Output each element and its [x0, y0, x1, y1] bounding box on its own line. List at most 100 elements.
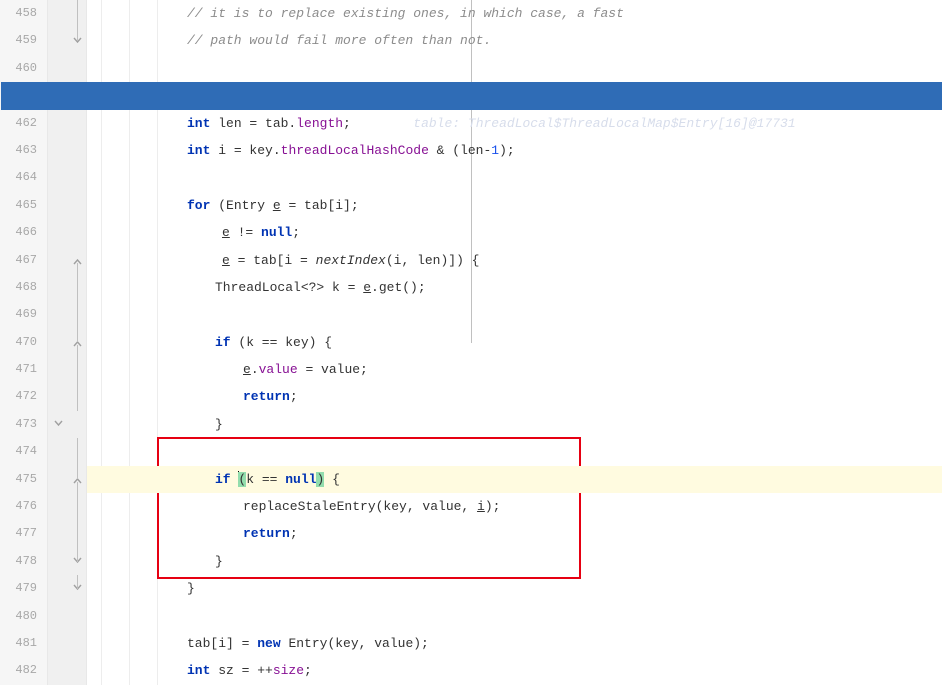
- code-text: !=: [230, 225, 261, 240]
- line-number[interactable]: 470: [0, 329, 48, 356]
- line-number[interactable]: 458: [0, 0, 48, 27]
- gutter-icon-cell[interactable]: [48, 411, 68, 438]
- gutter-icon-cell: [48, 657, 68, 684]
- gutter-icon-cell: [48, 247, 68, 274]
- gutter-row[interactable]: 471: [0, 356, 86, 383]
- line-number[interactable]: 478: [0, 548, 48, 575]
- code-line[interactable]: return;: [87, 520, 942, 547]
- line-number[interactable]: 468: [0, 274, 48, 301]
- line-number[interactable]: 469: [0, 301, 48, 328]
- line-number[interactable]: 482: [0, 657, 48, 684]
- code-line[interactable]: [87, 603, 942, 630]
- execution-line[interactable]: Entry[] tab = table; table: ThreadLocal$…: [1, 82, 942, 109]
- code-line[interactable]: // path would fail more often than not.: [87, 27, 942, 54]
- gutter-row[interactable]: 458: [0, 0, 86, 27]
- fold-cell[interactable]: [68, 466, 86, 493]
- gutter-row[interactable]: 482: [0, 657, 86, 684]
- code-line[interactable]: [87, 301, 942, 328]
- fold-cell[interactable]: [68, 548, 86, 575]
- code-text: (k == key) {: [238, 335, 332, 350]
- code-line[interactable]: int len = tab.length;: [87, 110, 942, 137]
- line-number[interactable]: 465: [0, 192, 48, 219]
- code-text: int: [187, 143, 218, 158]
- code-line[interactable]: }: [87, 575, 942, 602]
- code-line[interactable]: if (k == key) {: [87, 329, 942, 356]
- fold-cell[interactable]: [68, 575, 86, 602]
- gutter-row[interactable]: 460: [0, 55, 86, 82]
- code-text: e: [222, 225, 230, 240]
- fold-cell[interactable]: [68, 329, 86, 356]
- line-number[interactable]: 473: [0, 411, 48, 438]
- code-text: size: [273, 663, 304, 678]
- gutter-row[interactable]: 472: [0, 383, 86, 410]
- code-line[interactable]: ThreadLocal<?> k = e.get();: [87, 274, 942, 301]
- code-line[interactable]: [87, 55, 942, 82]
- code-text: i = key.: [218, 143, 280, 158]
- code-line[interactable]: e = tab[i = nextIndex(i, len)]) {: [87, 247, 942, 274]
- code-line[interactable]: }: [87, 411, 942, 438]
- line-number[interactable]: 477: [0, 520, 48, 547]
- code-line[interactable]: e != null;: [87, 219, 942, 246]
- code-line[interactable]: tab[i] = new Entry(key, value);: [87, 630, 942, 657]
- gutter-row[interactable]: 470: [0, 329, 86, 356]
- code-area[interactable]: // it is to replace existing ones, in wh…: [87, 0, 942, 685]
- gutter-icon-cell: [48, 438, 68, 465]
- gutter-row[interactable]: 473: [0, 411, 86, 438]
- comment-text: // path would fail more often than not.: [187, 33, 491, 48]
- gutter-row[interactable]: 480: [0, 603, 86, 630]
- gutter-row[interactable]: 459: [0, 27, 86, 54]
- code-line[interactable]: e.value = value;: [87, 356, 942, 383]
- code-line[interactable]: replaceStaleEntry(key, value, i);: [87, 493, 942, 520]
- code-editor[interactable]: 458 459 460 461: [0, 0, 942, 685]
- code-text: ;: [290, 389, 298, 404]
- line-number[interactable]: 476: [0, 493, 48, 520]
- gutter-row[interactable]: 477: [0, 520, 86, 547]
- gutter-row[interactable]: 468: [0, 274, 86, 301]
- gutter-icon-cell: [48, 27, 68, 54]
- gutter-row[interactable]: 465: [0, 192, 86, 219]
- gutter-row[interactable]: 467: [0, 247, 86, 274]
- code-line[interactable]: for (Entry e = tab[i];: [87, 192, 942, 219]
- gutter-row[interactable]: 478: [0, 548, 86, 575]
- gutter-row[interactable]: 479: [0, 575, 86, 602]
- code-line[interactable]: [87, 438, 942, 465]
- line-number[interactable]: 471: [0, 356, 48, 383]
- code-text: (i, len)]) {: [386, 253, 480, 268]
- line-number[interactable]: 464: [0, 164, 48, 191]
- line-number[interactable]: 472: [0, 383, 48, 410]
- code-line[interactable]: }: [87, 548, 942, 575]
- code-text: threadLocalHashCode: [281, 143, 429, 158]
- fold-cell[interactable]: [68, 27, 86, 54]
- code-line[interactable]: int sz = ++size;: [87, 657, 942, 684]
- line-number[interactable]: 460: [0, 55, 48, 82]
- code-line[interactable]: return;: [87, 383, 942, 410]
- code-text: = tab[i =: [230, 253, 316, 268]
- gutter-row[interactable]: 476: [0, 493, 86, 520]
- gutter-row[interactable]: 481: [0, 630, 86, 657]
- line-number[interactable]: 466: [0, 219, 48, 246]
- line-number[interactable]: 474: [0, 438, 48, 465]
- line-number[interactable]: 480: [0, 603, 48, 630]
- code-line[interactable]: // it is to replace existing ones, in wh…: [87, 0, 942, 27]
- current-line[interactable]: if (k == null) {: [87, 466, 942, 493]
- gutter-row[interactable]: 464: [0, 164, 86, 191]
- code-text: return: [243, 526, 290, 541]
- code-text: = value;: [298, 362, 368, 377]
- gutter-row[interactable]: 475: [0, 466, 86, 493]
- gutter-row[interactable]: 466: [0, 219, 86, 246]
- line-number[interactable]: 475: [0, 466, 48, 493]
- gutter-icon-cell: [48, 493, 68, 520]
- code-line[interactable]: int i = key.threadLocalHashCode & (len-1…: [87, 137, 942, 164]
- gutter-row[interactable]: 474: [0, 438, 86, 465]
- line-number[interactable]: 459: [0, 27, 48, 54]
- gutter-row[interactable]: 469: [0, 301, 86, 328]
- code-text: );: [485, 499, 501, 514]
- line-number[interactable]: 479: [0, 575, 48, 602]
- code-line[interactable]: [87, 164, 942, 191]
- line-number[interactable]: 481: [0, 630, 48, 657]
- fold-cell[interactable]: [68, 247, 86, 274]
- line-number[interactable]: 467: [0, 247, 48, 274]
- code-text: = tab[i];: [281, 198, 359, 213]
- fold-end-icon[interactable]: [54, 420, 63, 429]
- fold-cell: [68, 438, 86, 465]
